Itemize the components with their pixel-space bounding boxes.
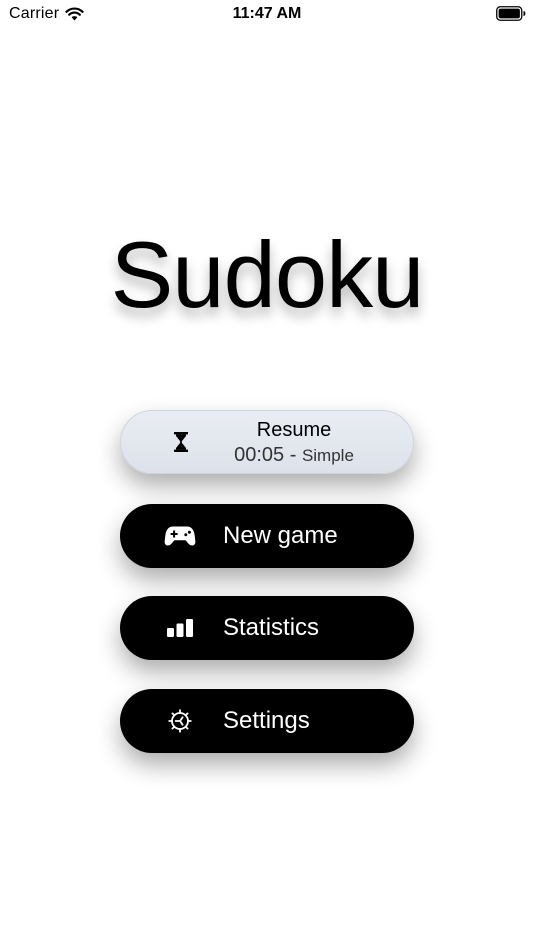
difficulty-level: Simple <box>301 446 354 465</box>
resume-details: 00:05 - Simple <box>224 443 364 468</box>
settings-button[interactable]: Settings <box>120 689 414 753</box>
status-bar: Carrier 11:47 AM <box>0 0 534 30</box>
statistics-button[interactable]: Statistics <box>120 596 414 660</box>
status-time: 11:47 AM <box>232 5 302 22</box>
statistics-label: Statistics <box>223 614 320 641</box>
gear-icon <box>164 705 196 737</box>
new-game-button[interactable]: New game <box>120 504 414 568</box>
bar-chart-icon <box>164 612 196 644</box>
app-title: Sudoku <box>110 222 425 327</box>
battery-icon <box>496 6 526 21</box>
resume-button[interactable]: Resume 00:05 - Simple <box>120 410 414 474</box>
gamepad-icon <box>164 520 196 552</box>
elapsed-time: 00:05 <box>234 444 285 466</box>
detail-separator: - <box>289 444 297 466</box>
hourglass-icon <box>165 426 197 458</box>
resume-label: Resume <box>256 419 332 441</box>
resume-text: Resume 00:05 - Simple <box>224 417 364 468</box>
settings-label: Settings <box>223 707 310 734</box>
new-game-label: New game <box>223 522 338 549</box>
